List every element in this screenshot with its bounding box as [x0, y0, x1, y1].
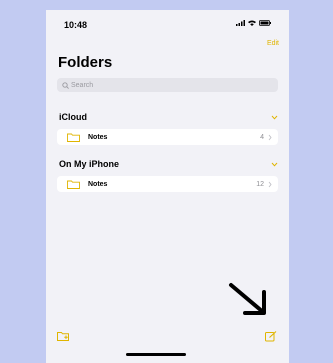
folder-icon [67, 180, 80, 189]
folder-name: Notes [88, 133, 108, 141]
home-indicator[interactable] [126, 353, 186, 356]
folder-count: 4 [260, 133, 264, 141]
folder-row-iphone-notes[interactable]: Notes 12 [57, 176, 278, 192]
search-icon [62, 81, 69, 89]
section-label: iCloud [59, 112, 87, 122]
new-folder-icon[interactable] [57, 331, 71, 342]
edit-button[interactable]: Edit [267, 40, 279, 47]
phone-screen: 10:48 Edit Folders Search iCloud Notes 4… [46, 10, 289, 363]
chevron-down-icon [271, 115, 278, 120]
status-bar: 10:48 [46, 10, 289, 38]
folder-icon [67, 133, 80, 142]
folder-count: 12 [256, 180, 264, 188]
status-icons [236, 20, 271, 26]
chevron-right-icon [268, 134, 272, 140]
signal-icon [236, 20, 245, 26]
search-placeholder: Search [71, 81, 94, 89]
annotation-arrow-icon [229, 283, 266, 315]
folder-row-icloud-notes[interactable]: Notes 4 [57, 129, 278, 145]
battery-icon [259, 20, 271, 26]
section-label: On My iPhone [59, 159, 120, 169]
chevron-down-icon [271, 162, 278, 167]
search-field[interactable]: Search [57, 78, 278, 92]
status-time: 10:48 [64, 20, 88, 30]
chevron-right-icon [268, 181, 272, 187]
page-title: Folders [58, 54, 113, 71]
section-on-my-iphone-header[interactable]: On My iPhone [59, 158, 278, 170]
folder-name: Notes [88, 180, 108, 188]
section-icloud-header[interactable]: iCloud [59, 111, 278, 123]
wifi-icon [248, 20, 256, 26]
bottom-toolbar [46, 325, 289, 363]
compose-icon[interactable] [265, 331, 277, 342]
